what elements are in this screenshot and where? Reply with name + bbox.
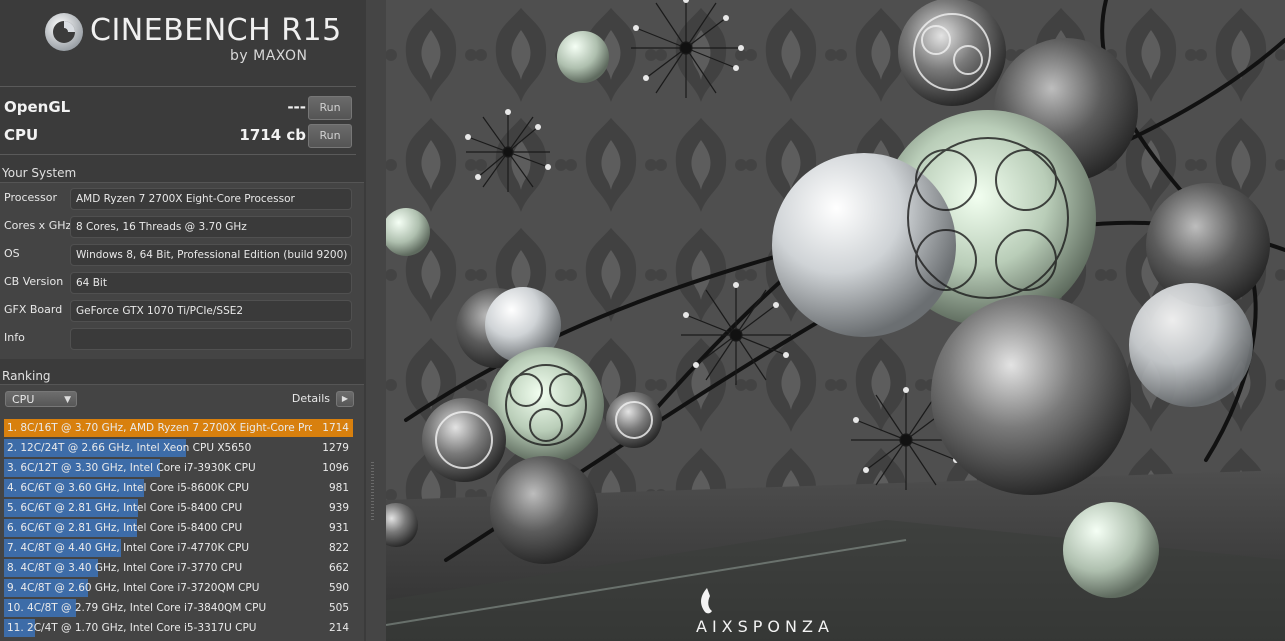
ranking-row-score: 214 (328, 622, 349, 634)
aixsponza-watermark: AIXSPONZA (696, 586, 834, 636)
ranking-row-score: 505 (328, 602, 349, 614)
opengl-run-button[interactable]: Run (308, 96, 352, 120)
system-row-value: AMD Ryzen 7 2700X Eight-Core Processor (70, 188, 352, 210)
system-row-value: 64 Bit (70, 272, 352, 294)
details-label: Details (291, 392, 330, 405)
system-row-processor: Processor AMD Ryzen 7 2700X Eight-Core P… (0, 187, 364, 211)
ranking-heading: Ranking (2, 369, 51, 383)
ranking-row-score: 931 (328, 522, 349, 534)
system-row-info: Info (0, 327, 364, 351)
info-input[interactable] (70, 328, 352, 350)
chevron-down-icon: ▼ (64, 395, 71, 405)
opengl-score: --- (287, 98, 306, 116)
ranking-row-score: 1096 (322, 462, 349, 474)
ranking-type-value: CPU (12, 393, 35, 406)
opengl-row: OpenGL --- Run (0, 96, 362, 120)
your-system-heading: Your System (2, 166, 77, 180)
system-row-label: CB Version (4, 275, 64, 288)
system-info-box: Processor AMD Ryzen 7 2700X Eight-Core P… (0, 182, 364, 359)
ranking-row-label: 11. 2C/4T @ 1.70 GHz, Intel Core i5-3317… (7, 622, 257, 634)
ranking-row[interactable]: 1. 8C/16T @ 3.70 GHz, AMD Ryzen 7 2700X … (4, 419, 353, 437)
ranking-row-score: 662 (328, 562, 349, 574)
aixsponza-logo-icon (701, 588, 712, 614)
system-row-os: OS Windows 8, 64 Bit, Professional Editi… (0, 243, 364, 267)
cpu-run-button[interactable]: Run (308, 124, 352, 148)
system-row-value: GeForce GTX 1070 Ti/PCIe/SSE2 (70, 300, 352, 322)
ranking-row-score: 1714 (322, 422, 349, 434)
ranking-row[interactable]: 2. 12C/24T @ 2.66 GHz, Intel Xeon CPU X5… (4, 439, 353, 457)
ranking-type-select[interactable]: CPU ▼ (5, 391, 77, 407)
system-row-cb-version: CB Version 64 Bit (0, 271, 364, 295)
play-icon: ▶ (341, 394, 349, 403)
system-row-label: Processor (4, 191, 57, 204)
ranking-row-label: 5. 6C/6T @ 2.81 GHz, Intel Core i5-8400 … (7, 502, 243, 514)
ranking-row[interactable]: 6. 6C/6T @ 2.81 GHz, Intel Core i5-8400 … (4, 519, 353, 537)
cpu-row: CPU 1714 cb Run (0, 124, 362, 148)
render-viewport: AIXSPONZA (386, 0, 1285, 641)
opengl-label: OpenGL (4, 98, 71, 116)
ranking-row-score: 1279 (322, 442, 349, 454)
details-button[interactable]: ▶ (336, 391, 354, 407)
ranking-row[interactable]: 8. 4C/8T @ 3.40 GHz, Intel Core i7-3770 … (4, 559, 353, 577)
system-row-value: Windows 8, 64 Bit, Professional Edition … (70, 244, 352, 266)
system-row-label: Cores x GHz (4, 219, 72, 232)
ranking-row-label: 7. 4C/8T @ 4.40 GHz, Intel Core i7-4770K… (7, 542, 250, 554)
cinema4d-logo-icon (45, 13, 83, 51)
ranking-list: 1. 8C/16T @ 3.70 GHz, AMD Ryzen 7 2700X … (4, 419, 353, 639)
ranking-row-label: 8. 4C/8T @ 3.40 GHz, Intel Core i7-3770 … (7, 562, 243, 574)
system-row-label: OS (4, 247, 20, 260)
ranking-row-label: 9. 4C/8T @ 2.60 GHz, Intel Core i7-3720Q… (7, 582, 260, 594)
system-row-gfx-board: GFX Board GeForce GTX 1070 Ti/PCIe/SSE2 (0, 299, 364, 323)
ranking-row[interactable]: 11. 2C/4T @ 1.70 GHz, Intel Core i5-3317… (4, 619, 353, 637)
ranking-row-label: 2. 12C/24T @ 2.66 GHz, Intel Xeon CPU X5… (7, 442, 252, 454)
cpu-score: 1714 cb (239, 126, 306, 144)
ranking-row-label: 6. 6C/6T @ 2.81 GHz, Intel Core i5-8400 … (7, 522, 243, 534)
system-row-label: Info (4, 331, 25, 344)
system-row-label: GFX Board (4, 303, 63, 316)
panel-splitter[interactable] (366, 0, 386, 641)
ranking-row-label: 1. 8C/16T @ 3.70 GHz, AMD Ryzen 7 2700X … (7, 422, 312, 434)
brand-name: AIXSPONZA (696, 617, 834, 636)
ranking-row-label: 3. 6C/12T @ 3.30 GHz, Intel Core i7-3930… (7, 462, 256, 474)
ranking-row-label: 10. 4C/8T @ 2.79 GHz, Intel Core i7-3840… (7, 602, 267, 614)
control-panel: CINEBENCH R15 by MAXON OpenGL --- Run CP… (0, 0, 366, 641)
cpu-label: CPU (4, 126, 39, 144)
ranking-row-score: 939 (328, 502, 349, 514)
app-header: CINEBENCH R15 by MAXON (0, 0, 366, 84)
system-row-cores: Cores x GHz 8 Cores, 16 Threads @ 3.70 G… (0, 215, 364, 239)
ranking-box: CPU ▼ Details ▶ 1. 8C/16T @ 3.70 GHz, AM… (0, 384, 364, 641)
ranking-row-score: 590 (328, 582, 349, 594)
ranking-row-label: 4. 6C/6T @ 3.60 GHz, Intel Core i5-8600K… (7, 482, 250, 494)
ranking-row[interactable]: 7. 4C/8T @ 4.40 GHz, Intel Core i7-4770K… (4, 539, 353, 557)
app-subtitle: by MAXON (230, 48, 308, 64)
divider (0, 154, 356, 155)
system-row-value: 8 Cores, 16 Threads @ 3.70 GHz (70, 216, 352, 238)
ranking-row[interactable]: 10. 4C/8T @ 2.79 GHz, Intel Core i7-3840… (4, 599, 353, 617)
ranking-row-score: 822 (328, 542, 349, 554)
ranking-row[interactable]: 5. 6C/6T @ 2.81 GHz, Intel Core i5-8400 … (4, 499, 353, 517)
ranking-row[interactable]: 3. 6C/12T @ 3.30 GHz, Intel Core i7-3930… (4, 459, 353, 477)
divider (0, 86, 356, 87)
app-title: CINEBENCH R15 (90, 13, 342, 48)
ranking-row[interactable]: 4. 6C/6T @ 3.60 GHz, Intel Core i5-8600K… (4, 479, 353, 497)
ranking-row-score: 981 (328, 482, 349, 494)
render-scene (386, 0, 1285, 641)
splitter-grip[interactable] (371, 462, 374, 522)
ranking-row[interactable]: 9. 4C/8T @ 2.60 GHz, Intel Core i7-3720Q… (4, 579, 353, 597)
